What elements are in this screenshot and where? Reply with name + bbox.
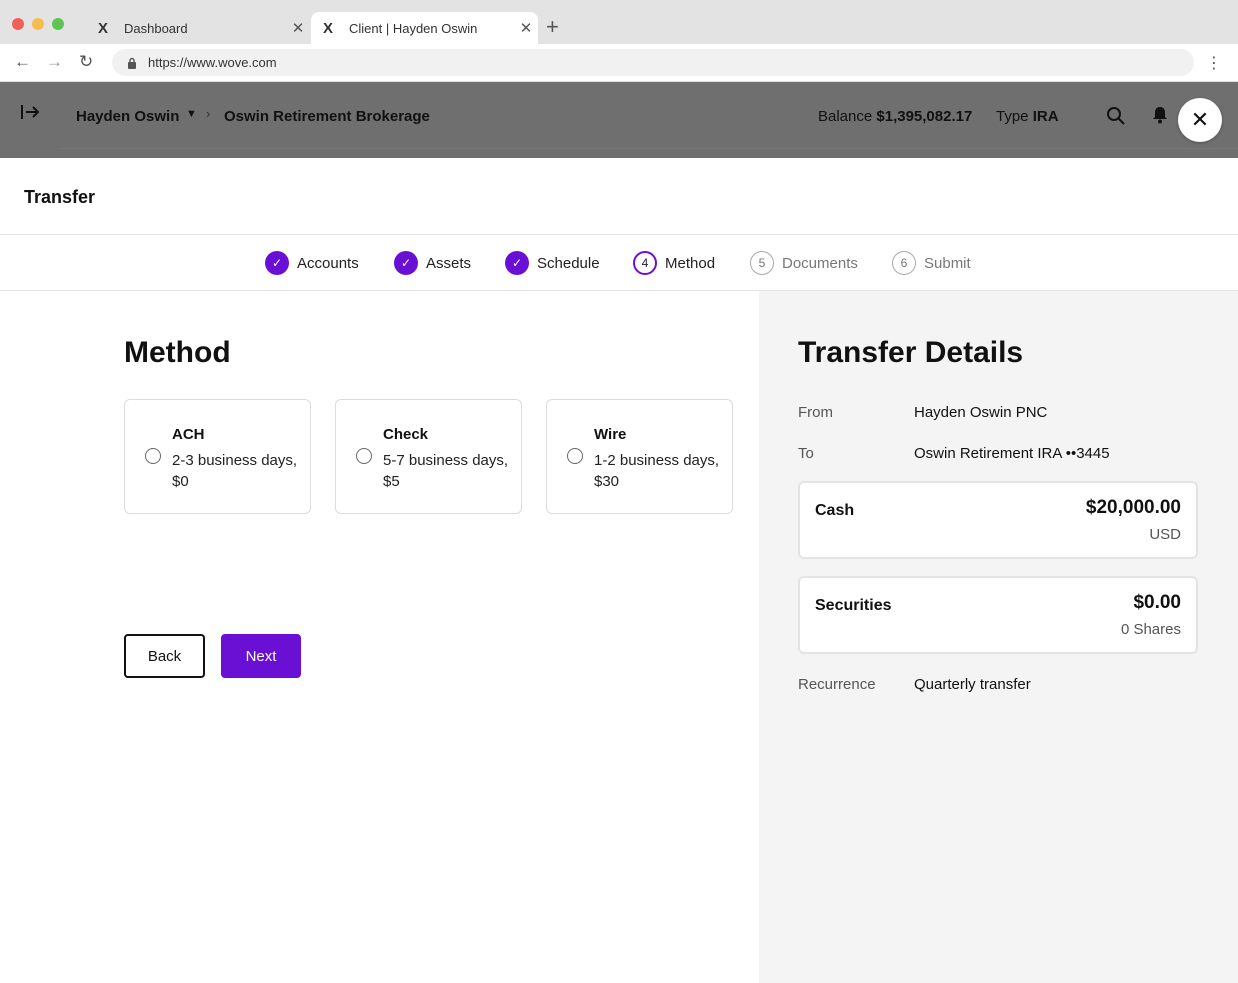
back-button[interactable]: Back xyxy=(124,634,205,678)
step-label: Documents xyxy=(782,254,858,272)
step-submit: 6 Submit xyxy=(892,251,971,275)
step-label: Method xyxy=(665,254,716,272)
to-label: To xyxy=(798,445,814,462)
securities-amount: $0.00 xyxy=(1133,592,1181,613)
wove-logo-icon: X xyxy=(98,19,109,37)
method-heading: Method xyxy=(124,336,231,369)
option-title: Check xyxy=(383,426,429,443)
check-icon: ✓ xyxy=(394,251,418,275)
next-button[interactable]: Next xyxy=(221,634,301,678)
cash-amount: $20,000.00 xyxy=(1085,497,1181,518)
balance-summary: Balance $1,395,082.17 xyxy=(818,108,972,125)
recurrence-label: Recurrence xyxy=(798,676,876,693)
step-label: Accounts xyxy=(297,254,359,272)
tab-close-icon[interactable]: ✕ xyxy=(286,19,310,37)
type-value: IRA xyxy=(1032,108,1059,125)
url-field[interactable]: https://www.wove.com xyxy=(112,49,1194,76)
app-header: Hayden Oswin ▼ › Oswin Retirement Broker… xyxy=(0,82,1238,158)
tab-close-icon[interactable]: ✕ xyxy=(514,19,538,37)
step-schedule[interactable]: ✓ Schedule xyxy=(505,251,600,275)
securities-card: Securities $0.00 0 Shares xyxy=(798,576,1198,654)
method-option-ach[interactable]: ACH 2-3 business days, $0 xyxy=(124,399,311,514)
browser-tab-bar: X Dashboard ✕ X Client | Hayden Oswin ✕ … xyxy=(0,0,1238,44)
step-number: 5 xyxy=(750,251,774,275)
balance-value: $1,395,082.17 xyxy=(876,108,973,125)
minimize-window-button[interactable] xyxy=(32,18,44,30)
step-assets[interactable]: ✓ Assets xyxy=(394,251,471,275)
option-title: ACH xyxy=(172,426,205,443)
search-icon[interactable] xyxy=(1106,106,1126,126)
transfer-modal: Transfer ✓ Accounts ✓ Assets ✓ Schedule … xyxy=(0,158,1238,983)
close-icon: ✕ xyxy=(1190,107,1210,132)
bell-icon[interactable] xyxy=(1152,106,1168,124)
url-text: https://www.wove.com xyxy=(148,55,277,70)
tab-title: Dashboard xyxy=(124,20,188,36)
transfer-details-pane: Transfer Details From Hayden Oswin PNC T… xyxy=(759,291,1238,983)
radio-button[interactable] xyxy=(356,448,372,464)
method-pane: Method ACH 2-3 business days, $0 Check 5… xyxy=(0,291,759,983)
browser-tab-dashboard[interactable]: X Dashboard ✕ xyxy=(86,12,310,44)
step-number: 6 xyxy=(892,251,916,275)
from-value: Hayden Oswin PNC xyxy=(914,404,1048,421)
expand-sidebar-icon[interactable] xyxy=(20,104,40,120)
type-label: Type xyxy=(996,108,1029,125)
new-tab-plus-icon[interactable]: + xyxy=(546,14,559,40)
step-label: Schedule xyxy=(537,254,600,272)
recurrence-value: Quarterly transfer xyxy=(914,676,1031,693)
close-modal-button[interactable]: ✕ xyxy=(1178,98,1222,142)
client-name[interactable]: Hayden Oswin xyxy=(76,108,179,125)
details-heading: Transfer Details xyxy=(798,336,1024,369)
check-icon: ✓ xyxy=(505,251,529,275)
cash-currency: USD xyxy=(1149,526,1181,543)
cash-label: Cash xyxy=(815,502,855,519)
step-accounts[interactable]: ✓ Accounts xyxy=(265,251,359,275)
maximize-window-button[interactable] xyxy=(52,18,64,30)
step-label: Submit xyxy=(924,254,971,272)
breadcrumb-chevron-icon: › xyxy=(206,106,211,121)
cash-card: Cash $20,000.00 USD xyxy=(798,481,1198,559)
from-label: From xyxy=(798,404,833,421)
option-description: 5-7 business days, $5 xyxy=(383,452,509,490)
back-arrow-icon[interactable]: ← xyxy=(14,52,31,72)
browser-tab-client[interactable]: X Client | Hayden Oswin ✕ xyxy=(311,12,538,44)
radio-button[interactable] xyxy=(145,448,161,464)
check-icon: ✓ xyxy=(265,251,289,275)
radio-button[interactable] xyxy=(567,448,583,464)
account-name[interactable]: Oswin Retirement Brokerage xyxy=(224,108,430,125)
securities-label: Securities xyxy=(815,597,892,614)
reload-icon[interactable]: ↻ xyxy=(79,52,93,72)
option-description: 1-2 business days, $30 xyxy=(594,452,720,490)
step-documents: 5 Documents xyxy=(750,251,858,275)
option-description: 2-3 business days, $0 xyxy=(172,452,298,490)
close-window-button[interactable] xyxy=(12,18,24,30)
securities-shares: 0 Shares xyxy=(1120,621,1181,638)
tab-title: Client | Hayden Oswin xyxy=(349,20,478,36)
balance-label: Balance xyxy=(818,108,873,125)
account-type-summary: Type IRA xyxy=(996,108,1059,125)
transfer-stepper: ✓ Accounts ✓ Assets ✓ Schedule 4 Method … xyxy=(0,235,1238,291)
browser-menu-icon[interactable]: ⋮ xyxy=(1206,53,1222,73)
to-value: Oswin Retirement IRA ••3445 xyxy=(914,445,1110,462)
lock-icon xyxy=(128,57,136,69)
chevron-down-icon[interactable]: ▼ xyxy=(186,108,197,120)
address-bar: ← → ↻ https://www.wove.com ⋮ xyxy=(0,44,1238,82)
step-method[interactable]: 4 Method xyxy=(633,251,715,275)
step-number: 4 xyxy=(633,251,657,275)
option-title: Wire xyxy=(594,426,627,443)
modal-title: Transfer xyxy=(24,187,96,207)
method-option-check[interactable]: Check 5-7 business days, $5 xyxy=(335,399,522,514)
header-divider xyxy=(60,148,1238,149)
method-option-wire[interactable]: Wire 1-2 business days, $30 xyxy=(546,399,733,514)
wove-logo-icon: X xyxy=(323,19,334,37)
step-label: Assets xyxy=(426,254,472,272)
forward-arrow-icon[interactable]: → xyxy=(46,52,63,72)
